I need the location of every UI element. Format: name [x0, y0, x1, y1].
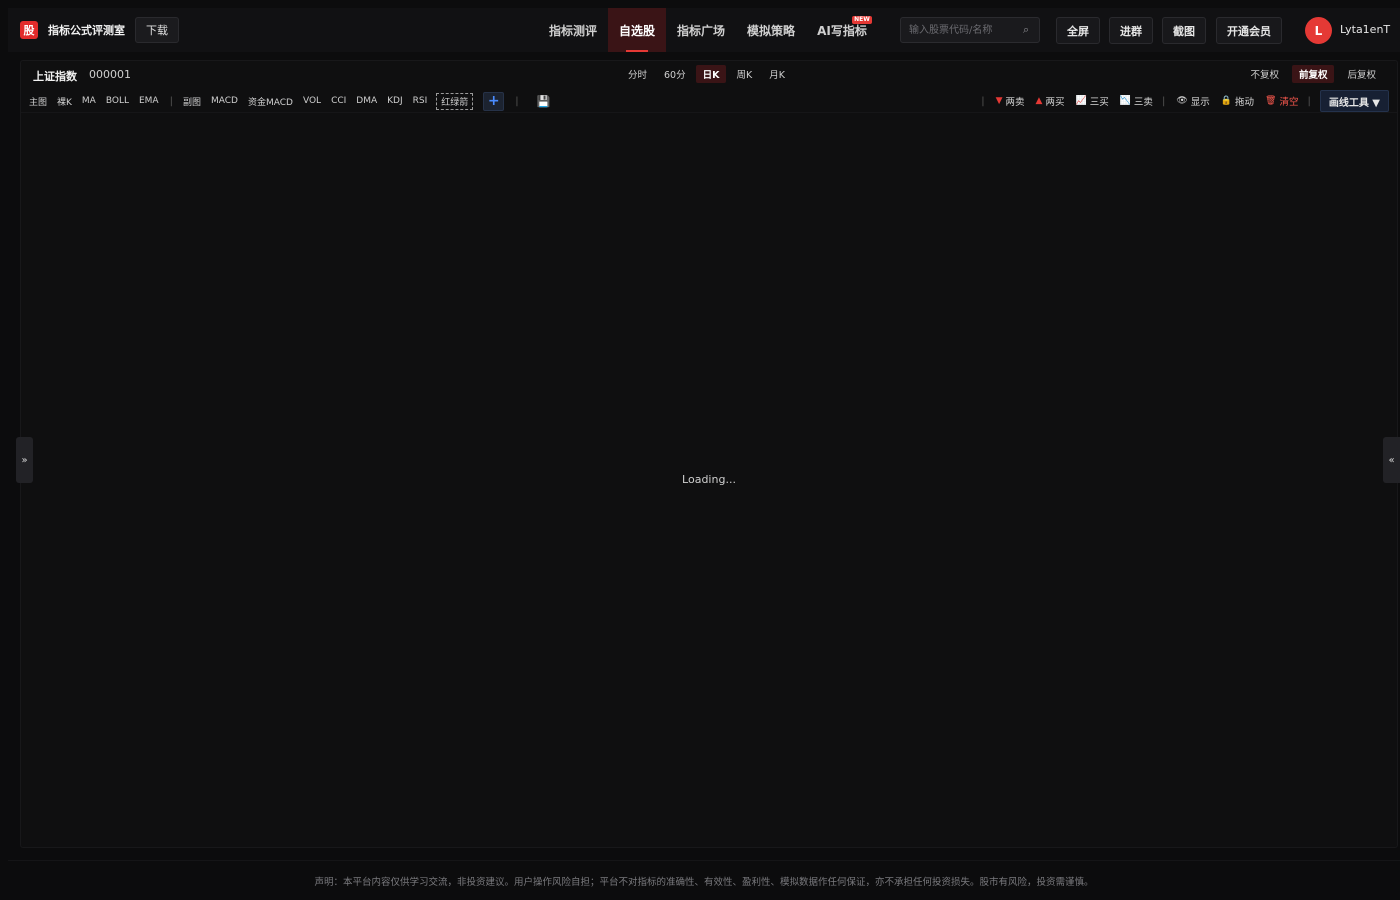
nav-item-ai-indicator[interactable]: AI写指标 NEW	[806, 8, 878, 52]
loading-indicator: Loading...	[682, 473, 736, 486]
indicator-fund-macd[interactable]: 资金MACD	[248, 95, 293, 108]
nav-item-indicator-plaza[interactable]: 指标广场	[666, 8, 736, 52]
join-group-button[interactable]: 进群	[1109, 17, 1153, 44]
two-buy-tool[interactable]: ▲ 两买	[1036, 94, 1065, 108]
divider: |	[169, 95, 173, 107]
indicator-cci[interactable]: CCI	[331, 96, 346, 106]
stock-name: 上证指数	[33, 70, 77, 83]
nav-item-simulated-strategy[interactable]: 模拟策略	[736, 8, 806, 52]
indicator-boll[interactable]: BOLL	[106, 96, 129, 106]
indicator-red-green-arrow[interactable]: 红绿箭	[436, 92, 474, 110]
indicator-ma[interactable]: MA	[82, 96, 96, 106]
trend-up-icon: 📈	[1075, 96, 1087, 106]
indicator-bare-k[interactable]: 裸K	[57, 95, 72, 108]
indicator-vol[interactable]: VOL	[303, 96, 321, 106]
username[interactable]: Lyta1enT	[1340, 23, 1390, 36]
chart-panel: 上证指数 000001 分时 60分 日K 周K 月K 不复权 前复权 后复权 …	[20, 60, 1398, 848]
period-tab-weekly[interactable]: 周K	[729, 65, 759, 83]
add-indicator-button[interactable]: +	[483, 91, 505, 111]
chart-header-row: 上证指数 000001 分时 60分 日K 周K 月K 不复权 前复权 后复权	[21, 61, 1397, 89]
divider: |	[1307, 95, 1311, 107]
avatar[interactable]: L	[1305, 17, 1332, 44]
main-nav: 指标测评 自选股 指标广场 模拟策略 AI写指标 NEW	[538, 8, 878, 52]
indicator-ema[interactable]: EMA	[139, 96, 159, 106]
stock-code: 000001	[89, 68, 131, 81]
divider: |	[515, 95, 519, 107]
search-icon[interactable]: ⌕	[1023, 23, 1029, 37]
drawing-toolbar: | ▼ 两卖 ▲ 两买 📈 三买 📉 三卖 | 👁 显示 🔒 拖动 🗑 清空 | 画线工具 ▼	[972, 89, 1389, 113]
two-sell-tool[interactable]: ▼ 两卖	[996, 94, 1025, 108]
adjust-tabs: 不复权 前复权 后复权	[1237, 65, 1383, 83]
indicator-main-chart[interactable]: 主图	[29, 95, 47, 108]
divider: |	[1161, 95, 1166, 107]
indicator-list: 主图 裸K MA BOLL EMA | 副图 MACD 资金MACD VOL C…	[21, 89, 550, 113]
indicator-macd[interactable]: MACD	[211, 96, 238, 106]
footer-disclaimer: 声明：本平台内容仅供学习交流，非投资建议。用户操作风险自担；平台不对指标的准确性…	[8, 860, 1400, 900]
adjust-tab-backward[interactable]: 后复权	[1340, 65, 1383, 83]
drag-tool[interactable]: 🔒 拖动	[1221, 94, 1254, 108]
clear-tool[interactable]: 🗑 清空	[1265, 94, 1298, 108]
indicator-rsi[interactable]: RSI	[413, 96, 428, 106]
fullscreen-button[interactable]: 全屏	[1056, 17, 1100, 44]
indicator-dma[interactable]: DMA	[356, 96, 377, 106]
triangle-up-icon: ▲	[1035, 96, 1043, 106]
top-navbar: 股 指标公式评测室 下载 指标测评 自选股 指标广场 模拟策略 AI写指标 NE…	[8, 8, 1400, 52]
indicator-sub-chart[interactable]: 副图	[183, 95, 201, 108]
download-button[interactable]: 下载	[135, 17, 179, 43]
three-buy-tool[interactable]: 📈 三买	[1075, 94, 1108, 108]
brand-logo-icon: 股	[20, 21, 38, 39]
expand-left-panel-button[interactable]: »	[16, 437, 33, 483]
brand[interactable]: 股 指标公式评测室	[20, 21, 125, 39]
period-tab-intraday[interactable]: 分时	[621, 65, 654, 83]
three-sell-tool[interactable]: 📉 三卖	[1120, 94, 1153, 108]
vip-button[interactable]: 开通会员	[1216, 17, 1282, 44]
expand-right-panel-button[interactable]: «	[1383, 437, 1400, 483]
indicator-kdj[interactable]: KDJ	[387, 96, 403, 106]
stock-search: ⌕	[900, 17, 1040, 43]
triangle-down-icon: ▼	[995, 96, 1003, 106]
lock-icon: 🔒	[1220, 96, 1232, 106]
trend-down-icon: 📉	[1119, 96, 1131, 106]
nav-item-watchlist[interactable]: 自选股	[608, 8, 667, 52]
eye-icon: 👁	[1176, 96, 1188, 106]
period-tab-monthly[interactable]: 月K	[762, 65, 792, 83]
adjust-tab-none[interactable]: 不复权	[1243, 65, 1286, 83]
period-tab-60min[interactable]: 60分	[657, 65, 693, 83]
save-icon[interactable]: 💾	[537, 95, 551, 108]
period-tabs: 分时 60分 日K 周K 月K	[621, 65, 795, 83]
drawing-tools-dropdown[interactable]: 画线工具 ▼	[1319, 90, 1389, 112]
brand-name: 指标公式评测室	[48, 24, 125, 37]
stock-search-input[interactable]	[909, 19, 1021, 41]
show-tool[interactable]: 👁 显示	[1176, 94, 1209, 108]
nav-item-indicator-review[interactable]: 指标测评	[538, 8, 608, 52]
divider: |	[981, 95, 985, 107]
indicator-toolbar: 主图 裸K MA BOLL EMA | 副图 MACD 资金MACD VOL C…	[21, 89, 1397, 113]
adjust-tab-forward[interactable]: 前复权	[1291, 65, 1335, 83]
screenshot-button[interactable]: 截图	[1162, 17, 1206, 44]
period-tab-daily[interactable]: 日K	[695, 65, 727, 83]
trash-icon: 🗑	[1265, 96, 1277, 106]
new-badge: NEW	[852, 16, 872, 24]
